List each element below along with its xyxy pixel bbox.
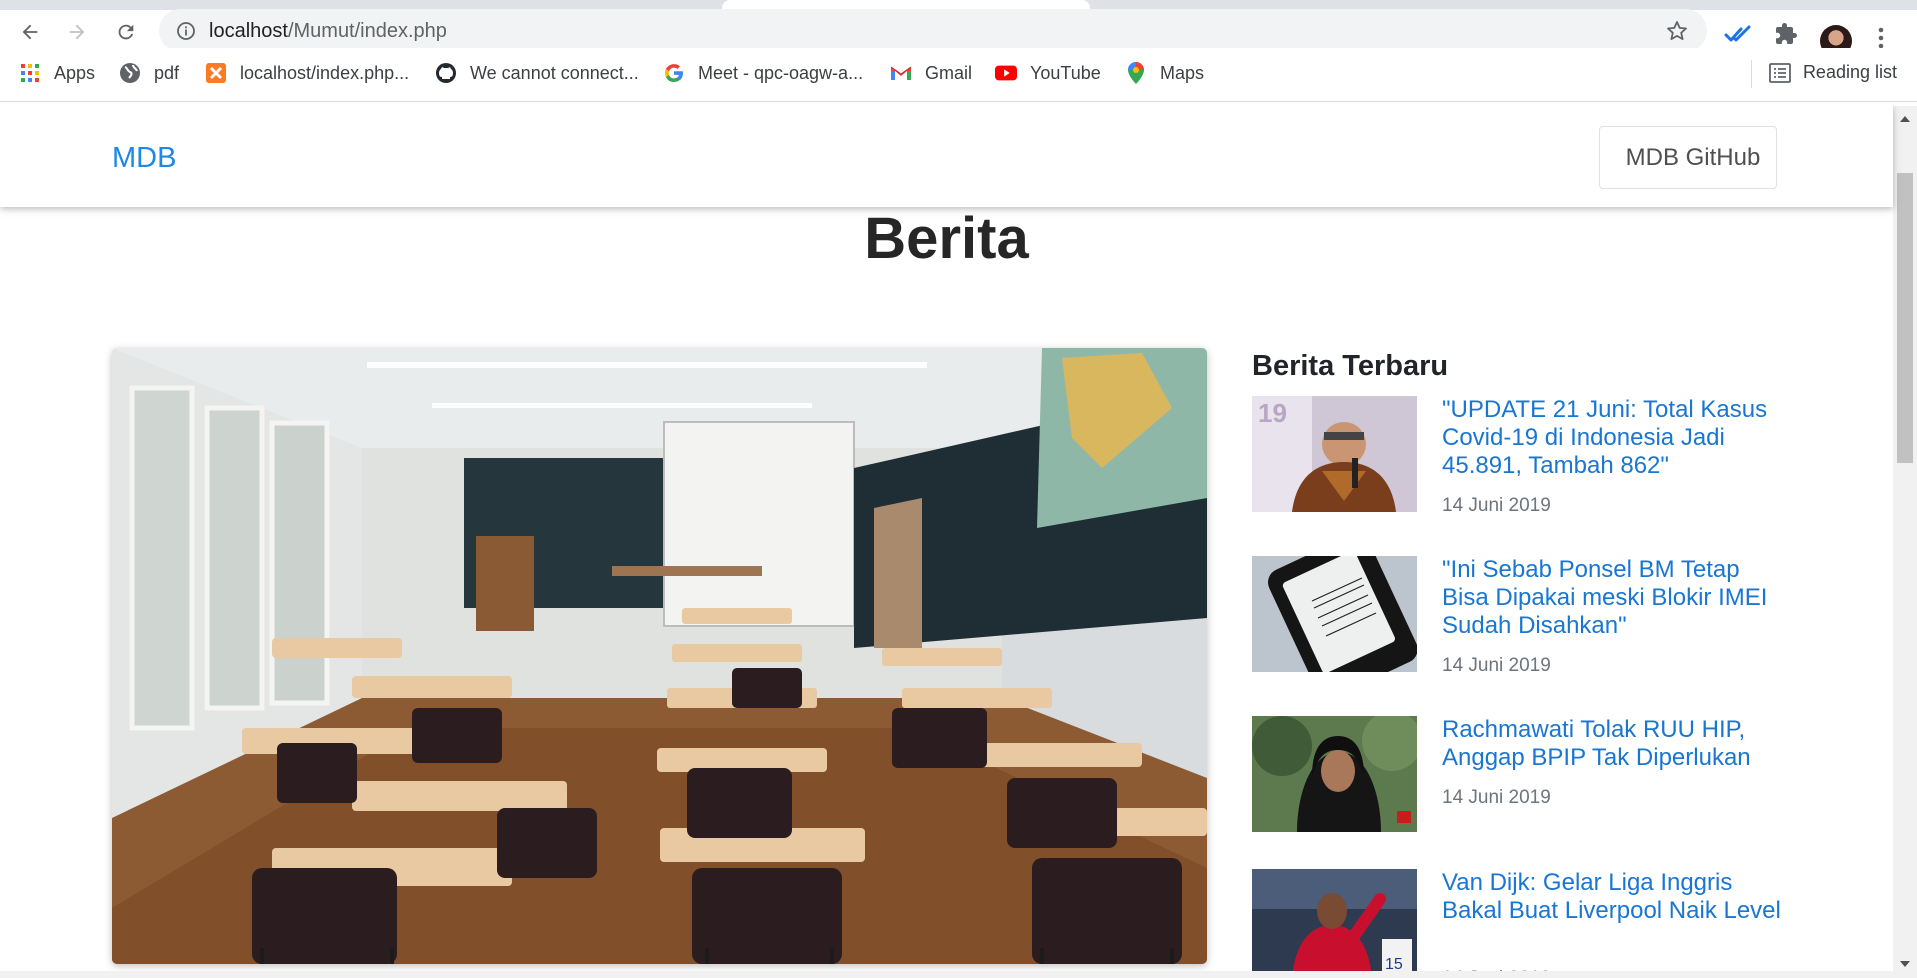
divider [1750, 60, 1752, 88]
hero-classroom-image[interactable] [112, 348, 1207, 964]
news-link[interactable]: Rachmawati Tolak RUU HIP, Anggap BPIP Ta… [1442, 716, 1792, 772]
news-item[interactable]: 19 "UPDATE 21 Juni: Total Kasus Covid-19… [1252, 396, 1792, 516]
bookmark-github[interactable]: We cannot connect... [435, 62, 639, 84]
puzzle-extensions-icon[interactable] [1774, 22, 1798, 51]
bookmark-star-icon[interactable] [1665, 19, 1689, 48]
info-icon[interactable] [176, 21, 196, 46]
apps-grid-icon [19, 62, 41, 84]
news-date: 14 Juni 2019 [1442, 787, 1551, 808]
news-thumbnail[interactable]: 15 [1252, 869, 1417, 978]
horizontal-scrollbar[interactable] [0, 971, 1893, 978]
bookmark-label: We cannot connect... [470, 62, 639, 83]
news-link[interactable]: Van Dijk: Gelar Liga Inggris Bakal Buat … [1442, 869, 1792, 925]
bookmark-label: localhost/index.php... [240, 62, 410, 83]
news-thumbnail[interactable] [1252, 556, 1417, 672]
bookmark-label: Apps [54, 62, 96, 83]
globe-icon [119, 62, 141, 84]
xampp-icon [205, 62, 227, 84]
news-link[interactable]: "Ini Sebab Ponsel BM Tetap Bisa Dipakai … [1442, 556, 1792, 640]
bookmark-label: Meet - qpc-oagw-a... [698, 62, 864, 83]
news-date: 14 Juni 2019 [1442, 495, 1551, 516]
bookmarks-bar: Apps pdf localhost/index.php... We canno… [0, 48, 1917, 102]
reading-list-label: Reading list [1802, 62, 1897, 82]
bookmark-youtube[interactable]: YouTube [995, 62, 1101, 84]
bookmark-localhost[interactable]: localhost/index.php... [205, 62, 409, 84]
youtube-icon [995, 62, 1017, 84]
url-text[interactable]: localhost/Mumut/index.php [209, 20, 447, 43]
news-date: 14 Juni 2019 [1442, 655, 1551, 676]
scroll-down-arrow-icon[interactable] [1900, 961, 1910, 967]
bookmark-label: Maps [1160, 62, 1205, 83]
news-thumbnail[interactable]: 19 [1252, 396, 1417, 512]
reading-list[interactable]: Reading list [1750, 60, 1897, 88]
news-item[interactable]: "Ini Sebab Ponsel BM Tetap Bisa Dipakai … [1252, 556, 1792, 676]
bookmark-apps[interactable]: Apps [19, 62, 95, 84]
bookmark-meet[interactable]: Meet - qpc-oagw-a... [663, 62, 863, 84]
google-icon [663, 62, 685, 84]
maps-icon [1125, 62, 1147, 84]
back-arrow-icon[interactable] [16, 18, 44, 46]
bookmark-pdf[interactable]: pdf [119, 62, 179, 84]
browser-toolbar: localhost/Mumut/index.php [0, 9, 1917, 57]
svg-text:19: 19 [1258, 398, 1287, 428]
address-bar[interactable]: localhost/Mumut/index.php [159, 9, 1707, 52]
scroll-up-arrow-icon[interactable] [1900, 116, 1910, 122]
bookmark-label: pdf [154, 62, 180, 83]
news-item[interactable]: Rachmawati Tolak RUU HIP, Anggap BPIP Ta… [1252, 716, 1792, 832]
bookmark-gmail[interactable]: Gmail [890, 62, 972, 84]
forward-arrow-icon[interactable] [63, 18, 91, 46]
navbar-brand[interactable]: MDB [112, 142, 176, 175]
news-item[interactable]: 15 Van Dijk: Gelar Liga Inggris Bakal Bu… [1252, 869, 1792, 978]
scroll-thumb[interactable] [1897, 173, 1913, 463]
bookmark-label: YouTube [1030, 62, 1101, 83]
bookmark-maps[interactable]: Maps [1125, 62, 1204, 84]
page-viewport: MDB MDB GitHub Berita Berita Terbaru 19 … [0, 106, 1917, 978]
sidebar-title: Berita Terbaru [1252, 350, 1449, 382]
news-link[interactable]: "UPDATE 21 Juni: Total Kasus Covid-19 di… [1442, 396, 1792, 480]
reading-list-icon [1769, 62, 1791, 83]
checkmark-extension-icon[interactable] [1724, 24, 1752, 49]
news-thumbnail[interactable] [1252, 716, 1417, 832]
page-title: Berita [864, 206, 1029, 271]
vertical-scrollbar[interactable] [1893, 106, 1917, 978]
gmail-icon [890, 62, 912, 84]
github-button[interactable]: MDB GitHub [1599, 126, 1777, 189]
bookmark-label: Gmail [925, 62, 973, 83]
reload-icon[interactable] [112, 18, 140, 46]
site-navbar: MDB MDB GitHub [0, 106, 1893, 207]
github-icon [435, 62, 457, 84]
